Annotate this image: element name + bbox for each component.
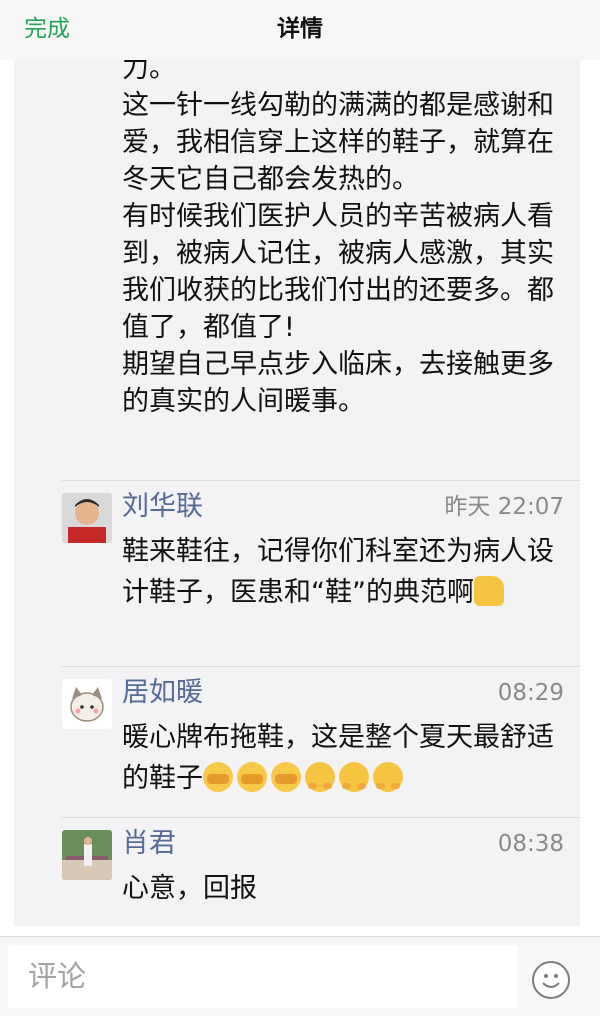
- comment-input[interactable]: 评论: [8, 945, 518, 1008]
- post-body: 力。 这一针一线勾勒的满满的都是感谢和爱，我相信穿上这样的鞋子，就算在冬天它自己…: [122, 60, 572, 420]
- hug-icon: [373, 762, 403, 792]
- smiley-icon[interactable]: [532, 961, 570, 999]
- comment-item[interactable]: 居如暖 08:29 暖心牌布拖鞋，这是整个夏天最舒适的鞋子: [62, 666, 580, 817]
- comment-list: 刘华联 昨天 22:07 鞋来鞋往，记得你们科室还为病人设计鞋子，医患和“鞋”的…: [62, 480, 580, 926]
- comment-item[interactable]: 肖君 08:38 心意，回报: [62, 817, 580, 926]
- comment-bar: 评论: [0, 936, 600, 1016]
- post-paragraph: 有时候我们医护人员的辛苦被病人看到，被病人记住，被病人感激，其实我们收获的比我们…: [122, 201, 554, 343]
- comment-text-block: 鞋来鞋往，记得你们科室还为病人设计鞋子，医患和“鞋”的典范啊: [122, 531, 568, 613]
- page-title: 详情: [277, 16, 323, 42]
- comment-text: 心意，回报: [122, 873, 257, 904]
- post-detail: 力。 这一针一线勾勒的满满的都是感谢和爱，我相信穿上这样的鞋子，就算在冬天它自己…: [14, 60, 580, 926]
- comment-author[interactable]: 刘华联: [122, 487, 203, 527]
- comment-time: 08:38: [497, 831, 564, 857]
- comment-time: 昨天 22:07: [444, 494, 564, 520]
- comment-text-block: 暖心牌布拖鞋，这是整个夏天最舒适的鞋子: [122, 717, 568, 799]
- avatar[interactable]: [62, 679, 112, 729]
- cover-mouth-icon: [203, 762, 233, 792]
- cover-mouth-icon: [271, 762, 301, 792]
- cover-mouth-icon: [237, 762, 267, 792]
- avatar[interactable]: [62, 830, 112, 880]
- comment-author[interactable]: 居如暖: [122, 673, 203, 713]
- hug-icon: [339, 762, 369, 792]
- comment-author[interactable]: 肖君: [122, 824, 176, 864]
- post-paragraph: 期望自己早点步入临床，去接触更多的真实的人间暖事。: [122, 349, 554, 417]
- thumbs-up-icon: [473, 576, 504, 606]
- avatar[interactable]: [62, 493, 112, 543]
- comment-time: 08:29: [497, 680, 564, 706]
- comment-text: 暖心牌布拖鞋，这是整个夏天最舒适的鞋子: [122, 722, 554, 794]
- nav-bar: 完成 详情: [0, 0, 600, 60]
- post-paragraph: 力。: [122, 60, 176, 84]
- hug-icon: [305, 762, 335, 792]
- post-paragraph: 这一针一线勾勒的满满的都是感谢和爱，我相信穿上这样的鞋子，就算在冬天它自己都会发…: [122, 90, 554, 195]
- comment-text-block: 心意，回报: [122, 868, 568, 909]
- comment-item[interactable]: 刘华联 昨天 22:07 鞋来鞋往，记得你们科室还为病人设计鞋子，医患和“鞋”的…: [62, 480, 580, 666]
